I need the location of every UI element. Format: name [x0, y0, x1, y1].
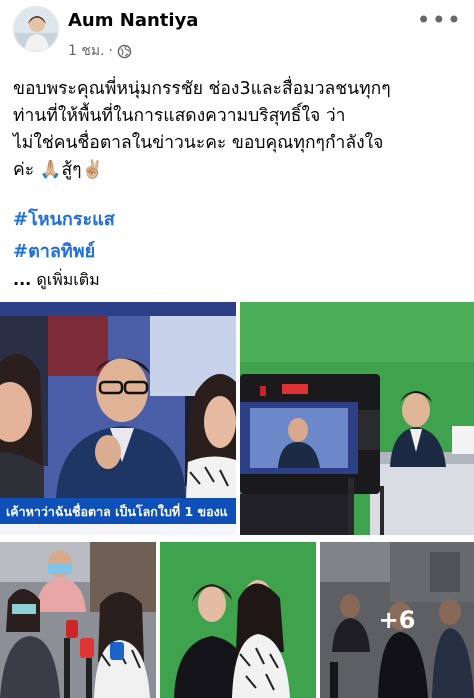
hashtag-link[interactable]: #โหนกระแส	[13, 204, 115, 233]
see-more-label[interactable]: ดูเพิ่มเติม	[36, 270, 99, 289]
see-more-ellipsis: ...	[13, 270, 32, 289]
post-header: Aum Nantiya 1 ชม. · •••	[0, 0, 474, 64]
post-meta: 1 ชม. ·	[68, 40, 132, 62]
hashtag-link[interactable]: #ตาลทิพย์	[13, 236, 95, 265]
post-text-line: ท่านที่ให้พื้นที่ในการแสดงความบริสุทธิ์ใ…	[13, 106, 346, 126]
photo-grid: เค้าหาว่าฉันชื่อตาล เป็นโลกใบที่ 1 ของแ	[0, 302, 474, 698]
post-text: ขอบพระคุณพี่หนุ่มกรรชัย ช่อง3และสื่อมวลช…	[13, 76, 468, 184]
post-text-line: ไม่ใช่คนชื่อตาลในข่าวนะคะ ขอบคุณทุกๆกำลั…	[13, 133, 384, 153]
post-text-line: ขอบพระคุณพี่หนุ่มกรรชัย ช่อง3และสื่อมวลช…	[13, 79, 391, 99]
photo-two-women[interactable]	[160, 542, 316, 698]
photo-press-interview[interactable]	[0, 542, 156, 698]
tv-caption: เค้าหาว่าฉันชื่อตาล เป็นโลกใบที่ 1 ของแ	[6, 504, 228, 519]
photo-green-screen-studio[interactable]	[240, 302, 474, 535]
photo-more-overlay[interactable]: +6	[320, 542, 474, 698]
post-text-line: ค่ะ 🙏🏼สู้ๆ✌🏼	[13, 160, 104, 180]
globe-icon	[117, 44, 132, 59]
more-photos-count[interactable]: +6	[320, 542, 474, 698]
author-name[interactable]: Aum Nantiya	[68, 10, 198, 31]
more-options-icon[interactable]: •••	[417, 8, 462, 32]
meta-separator: ·	[108, 43, 113, 59]
author-avatar[interactable]	[13, 6, 59, 52]
post-time[interactable]: 1 ชม.	[68, 40, 105, 62]
see-more-link[interactable]: ... ดูเพิ่มเติม	[13, 268, 100, 293]
photo-talk-show[interactable]: เค้าหาว่าฉันชื่อตาล เป็นโลกใบที่ 1 ของแ	[0, 302, 236, 535]
